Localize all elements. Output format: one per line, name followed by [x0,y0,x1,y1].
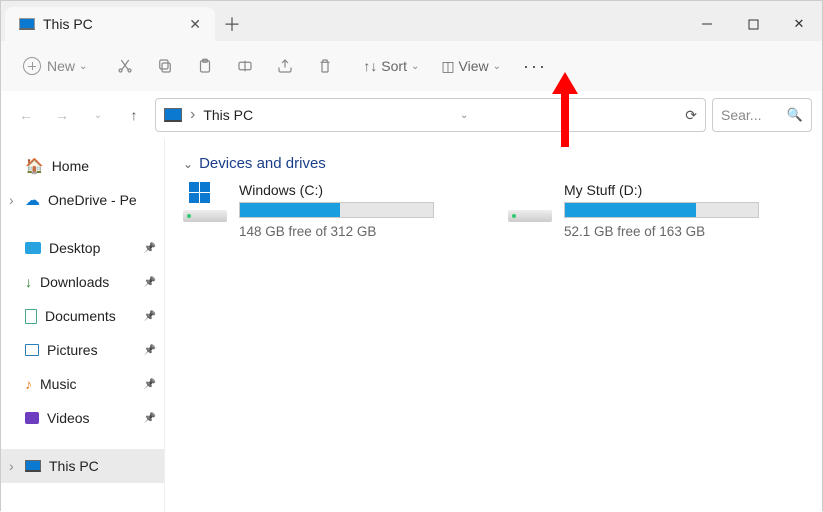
sort-button[interactable]: ↑↓ Sort ⌄ [355,52,427,80]
tab-title: This PC [43,16,189,32]
sidebar-item-label: Pictures [47,342,98,358]
toolbar: New ⌄ ↑↓ Sort ⌄ ◫ View ⌄ ··· [1,41,822,91]
window-controls: ✕ [684,7,822,41]
pc-icon [164,108,182,122]
home-icon: 🏠 [25,157,44,175]
drive-free-text: 148 GB free of 312 GB [239,224,478,239]
sidebar-item-desktop[interactable]: Desktop [1,231,164,265]
breadcrumb-separator: › [190,106,195,124]
view-label: View [459,58,489,74]
paste-button[interactable] [188,51,222,81]
cloud-icon: ☁ [25,191,40,209]
sidebar-item-label: Documents [45,308,116,324]
maximize-button[interactable] [730,7,776,41]
copy-button[interactable] [148,51,182,81]
sidebar-item-label: Music [40,376,77,392]
search-placeholder: Sear... [721,107,781,123]
view-icon: ◫ [441,58,454,75]
music-icon: ♪ [25,376,32,392]
pc-icon [25,460,41,472]
sidebar-item-label: Downloads [40,274,109,290]
picture-icon [25,344,39,356]
group-header-devices[interactable]: ⌄ Devices and drives [183,155,804,172]
up-button[interactable]: ↑ [119,100,149,130]
document-icon [25,309,37,324]
sort-icon: ↑↓ [363,58,377,74]
tab-this-pc[interactable]: This PC ✕ [5,7,215,41]
drive-icon [183,182,227,222]
recent-chevron[interactable]: ⌄ [83,100,113,130]
chevron-down-icon: ⌄ [493,61,501,72]
sidebar: 🏠 Home ☁ OneDrive - Pe Desktop ↓ Downloa… [1,139,165,512]
sidebar-item-label: Home [52,158,89,174]
content-area: ⌄ Devices and drives Windows (C:) 148 GB… [165,139,822,512]
new-button[interactable]: New ⌄ [15,51,95,81]
sort-label: Sort [381,58,407,74]
sidebar-item-label: OneDrive - Pe [48,192,137,208]
sidebar-item-label: Desktop [49,240,100,256]
view-button[interactable]: ◫ View ⌄ [433,52,509,81]
refresh-button[interactable]: ⟳ [685,107,697,124]
share-button[interactable] [268,51,302,81]
group-title: Devices and drives [199,155,326,172]
forward-button[interactable]: → [47,100,77,130]
titlebar: This PC ✕ ＋ ✕ [1,1,822,41]
download-icon: ↓ [25,274,32,290]
chevron-down-icon: ⌄ [411,61,419,72]
drive-name: My Stuff (D:) [564,182,803,198]
sidebar-item-home[interactable]: 🏠 Home [1,149,164,183]
sidebar-item-label: This PC [49,458,99,474]
sidebar-item-videos[interactable]: Videos [1,401,164,435]
drive-usage-bar [239,202,434,218]
nav-row: ← → ⌄ ↑ › This PC ⌄ ⟳ Sear... 🔍 [1,91,822,139]
video-icon [25,412,39,424]
search-input[interactable]: Sear... 🔍 [712,98,812,132]
close-tab-icon[interactable]: ✕ [189,16,201,33]
new-tab-button[interactable]: ＋ [215,7,249,41]
drive-item[interactable]: My Stuff (D:) 52.1 GB free of 163 GB [508,182,803,239]
new-label: New [47,58,75,74]
more-button[interactable]: ··· [515,50,555,83]
sidebar-item-label: Videos [47,410,90,426]
cut-button[interactable] [108,51,142,81]
close-button[interactable]: ✕ [776,7,822,41]
pc-icon [19,18,35,30]
search-icon: 🔍 [787,107,803,123]
windows-logo-icon [189,182,211,204]
chevron-down-icon: ⌄ [79,61,87,72]
sidebar-item-pictures[interactable]: Pictures [1,333,164,367]
sidebar-item-onedrive[interactable]: ☁ OneDrive - Pe [1,183,164,217]
drive-name: Windows (C:) [239,182,478,198]
drive-usage-bar [564,202,759,218]
delete-button[interactable] [308,51,342,81]
chevron-down-icon: ⌄ [183,157,193,171]
sidebar-item-downloads[interactable]: ↓ Downloads [1,265,164,299]
sidebar-item-documents[interactable]: Documents [1,299,164,333]
back-button[interactable]: ← [11,100,41,130]
plus-icon [23,57,41,75]
address-bar[interactable]: › This PC ⌄ ⟳ [155,98,706,132]
chevron-down-icon[interactable]: ⌄ [460,110,468,121]
desktop-icon [25,242,41,254]
rename-button[interactable] [228,51,262,81]
sidebar-item-music[interactable]: ♪ Music [1,367,164,401]
drive-free-text: 52.1 GB free of 163 GB [564,224,803,239]
ellipsis-icon: ··· [523,56,547,77]
minimize-button[interactable] [684,7,730,41]
sidebar-item-this-pc[interactable]: This PC [1,449,164,483]
drive-item[interactable]: Windows (C:) 148 GB free of 312 GB [183,182,478,239]
breadcrumb[interactable]: This PC [203,107,253,123]
drive-icon [508,182,552,222]
